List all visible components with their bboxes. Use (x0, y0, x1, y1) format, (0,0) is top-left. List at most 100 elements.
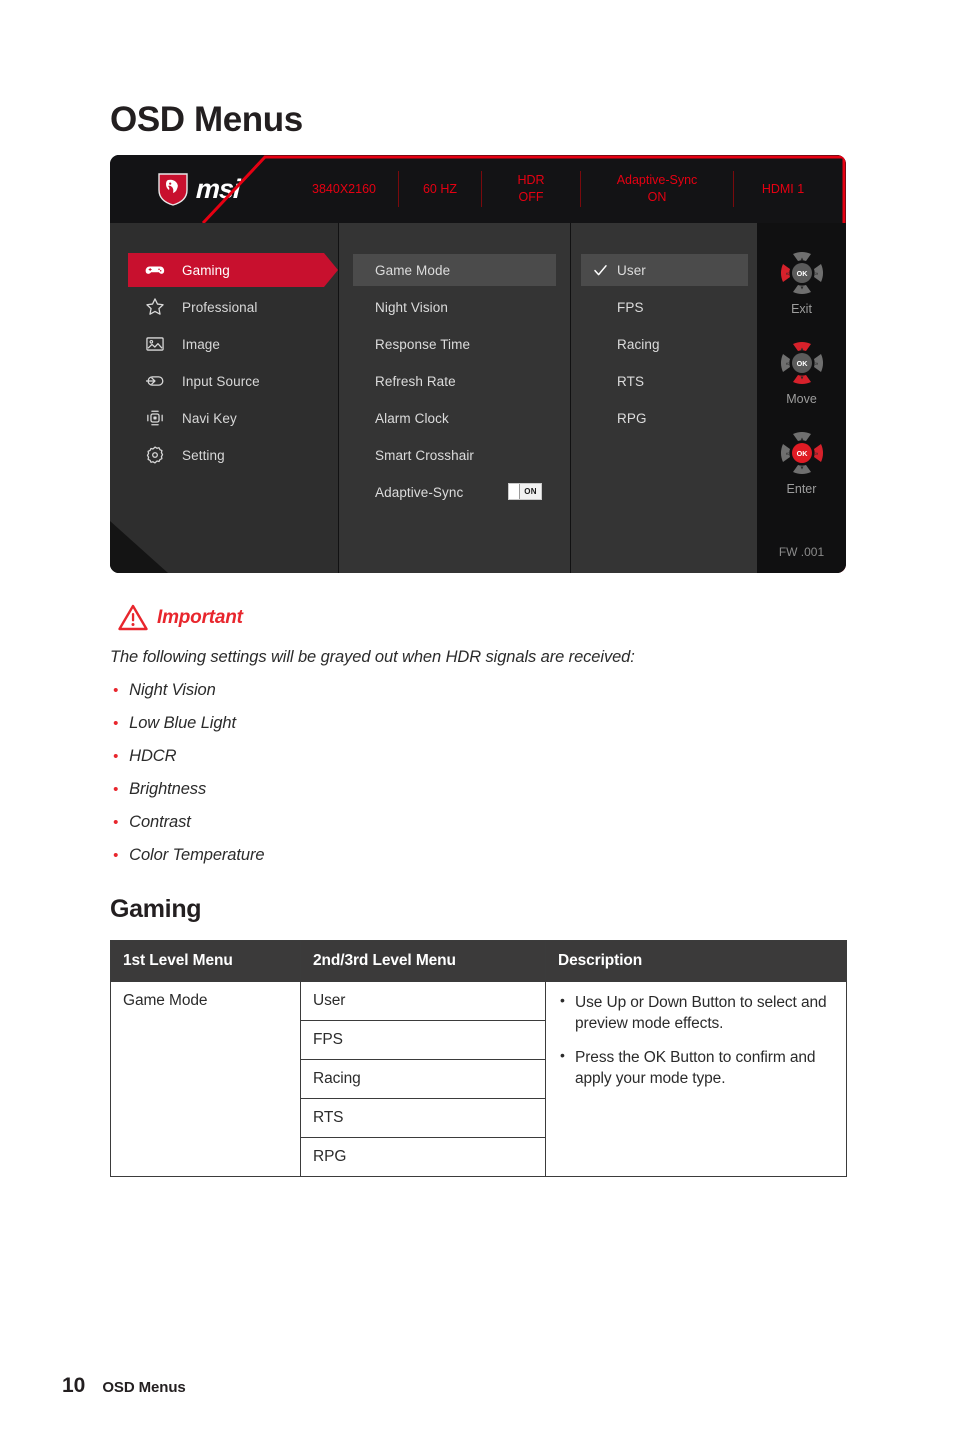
important-list-item: • Color Temperature (113, 846, 733, 879)
page-title: OSD Menus (110, 100, 303, 139)
important-label: Important (157, 606, 243, 628)
manual-page: OSD Menus msi 3840X2160 60 HZ HDR OFF Adapti… (0, 0, 954, 1432)
gaming-settings-table: 1st Level Menu 2nd/3rd Level Menu Descri… (110, 940, 847, 1177)
submenu-item-response-time[interactable]: Response Time (353, 328, 556, 360)
table-cell-second-level: FPS (300, 1020, 546, 1060)
svg-text:▴: ▴ (800, 256, 803, 262)
option-item-label: RTS (617, 373, 645, 389)
table-row: Game ModeUser Use Up or Down Button to se… (110, 981, 847, 1177)
osd-navigation-column: FW .001 OK ▴ ▾ «» Exit OK ▴ ▾ «» Move OK ▴ ▾ «» Enter (757, 223, 846, 573)
description-bullet: Use Up or Down Button to select and prev… (558, 991, 834, 1034)
important-list-item: • HDCR (113, 747, 733, 780)
footer-page-number: 10 (62, 1374, 86, 1397)
check-icon (594, 265, 607, 276)
option-item-label: RPG (617, 410, 647, 426)
sidebar-item-label: Input Source (182, 373, 260, 389)
section-title: Gaming (110, 895, 202, 923)
sidebar-item-image[interactable]: Image (128, 327, 330, 361)
sidebar-item-setting[interactable]: Setting (128, 438, 330, 472)
star-icon (144, 296, 166, 318)
important-callout-header: Important (118, 604, 243, 631)
osd-category-column: Gaming Professional Image Input Source Navi … (110, 223, 338, 573)
sidebar-item-label: Image (182, 336, 221, 352)
submenu-item-label: Alarm Clock (375, 410, 449, 426)
important-list-item-text: Brightness (129, 780, 207, 798)
svg-text:▾: ▾ (800, 376, 803, 382)
submenu-item-label: Night Vision (375, 299, 448, 315)
toggle-state-label: ON (524, 487, 537, 496)
nav-hint-label: Move (786, 392, 817, 406)
sidebar-item-input-source[interactable]: Input Source (128, 364, 330, 398)
toggle-knob (509, 484, 520, 499)
submenu-item-label: Game Mode (375, 262, 451, 278)
msi-shield-icon (158, 173, 188, 206)
option-item-racing[interactable]: Racing (581, 328, 748, 360)
table-cell-second-level: User (300, 981, 546, 1021)
osd-body: Gaming Professional Image Input Source Navi … (110, 223, 846, 573)
table-header-description: Description (545, 940, 847, 982)
input-source-icon (144, 370, 166, 392)
svg-text:▾: ▾ (800, 286, 803, 292)
osd-status-row: 3840X2160 60 HZ HDR OFF Adaptive-Sync ON HDMI … (290, 155, 846, 223)
submenu-item-label: Adaptive-Sync (375, 484, 464, 500)
table-cell-description: Use Up or Down Button to select and prev… (545, 981, 847, 1177)
submenu-item-adaptive-sync[interactable]: Adaptive-Sync ON (353, 476, 556, 508)
important-list-item-text: Low Blue Light (129, 714, 236, 732)
status-cell-0: 3840X2160 (312, 181, 376, 196)
bullet-icon: • (113, 847, 119, 864)
submenu-item-label: Smart Crosshair (375, 447, 475, 463)
bullet-icon: • (113, 682, 119, 699)
submenu-item-smart-crosshair[interactable]: Smart Crosshair (353, 439, 556, 471)
svg-text:OK: OK (796, 359, 808, 368)
status-cell-1: 60 HZ (422, 181, 458, 196)
submenu-item-game-mode[interactable]: Game Mode (353, 254, 556, 286)
navigation-wheel-icon: OK▴▾«» (780, 432, 823, 474)
nav-hint-label: Enter (786, 482, 817, 496)
important-list-item-text: Color Temperature (129, 846, 265, 864)
table-header-first-level: 1st Level Menu (110, 940, 301, 982)
table-cell-first-level: Game Mode (110, 981, 301, 1177)
navigation-wheel-icon: OK▴▾«» (780, 342, 823, 384)
gamepad-icon (144, 259, 166, 281)
image-icon (144, 333, 166, 355)
table-header-second-level: 2nd/3rd Level Menu (300, 940, 546, 982)
navi-key-icon (144, 407, 166, 429)
bullet-icon: • (113, 814, 119, 831)
page-footer: 10 OSD Menus (62, 1374, 186, 1398)
nav-hint-enter: OK ▴ ▾ «» Enter (757, 425, 846, 496)
important-list-item: • Night Vision (113, 681, 733, 714)
description-bullet: Press the OK Button to confirm and apply… (558, 1046, 834, 1089)
important-item-list: • Night Vision • Low Blue Light • HDCR • Bright… (113, 681, 733, 879)
option-item-label: FPS (617, 299, 644, 315)
navigation-wheel-icon: OK▴▾«» (780, 252, 823, 294)
important-list-item: • Brightness (113, 780, 733, 813)
option-item-user[interactable]: User (581, 254, 748, 286)
table-cell-second-level: Racing (300, 1059, 546, 1099)
adaptive-sync-toggle[interactable]: ON (508, 483, 542, 500)
msi-wordmark: msi (195, 173, 241, 204)
footer-section-label: OSD Menus (102, 1379, 186, 1396)
submenu-item-alarm-clock[interactable]: Alarm Clock (353, 402, 556, 434)
osd-status-header: msi 3840X2160 60 HZ HDR OFF Adaptive-Sync ON H… (110, 155, 846, 223)
sidebar-item-professional[interactable]: Professional (128, 290, 330, 324)
osd-options-column: User FPS Racing RTS RPG (571, 223, 757, 573)
osd-frame: msi 3840X2160 60 HZ HDR OFF Adaptive-Sync ON H… (110, 155, 846, 573)
sidebar-item-navi-key[interactable]: Navi Key (128, 401, 330, 435)
option-item-rpg[interactable]: RPG (581, 402, 748, 434)
option-item-rts[interactable]: RTS (581, 365, 748, 397)
important-lead-text: The following settings will be grayed ou… (110, 648, 635, 666)
table-cell-second-level: RPG (300, 1137, 546, 1177)
option-item-fps[interactable]: FPS (581, 291, 748, 323)
gear-icon (144, 444, 166, 466)
warning-triangle-icon (118, 604, 148, 631)
submenu-item-night-vision[interactable]: Night Vision (353, 291, 556, 323)
status-cell-3: Adaptive-Sync ON (616, 173, 698, 204)
nav-hint-move: OK ▴ ▾ «» Move (757, 335, 846, 406)
sidebar-item-gaming[interactable]: Gaming (128, 253, 338, 287)
table-cell-second-level: RTS (300, 1098, 546, 1138)
submenu-item-refresh-rate[interactable]: Refresh Rate (353, 365, 556, 397)
sidebar-item-label: Gaming (182, 262, 230, 278)
svg-text:▾: ▾ (800, 466, 803, 472)
important-list-item-text: Night Vision (129, 681, 216, 699)
sidebar-item-label: Navi Key (182, 410, 237, 426)
